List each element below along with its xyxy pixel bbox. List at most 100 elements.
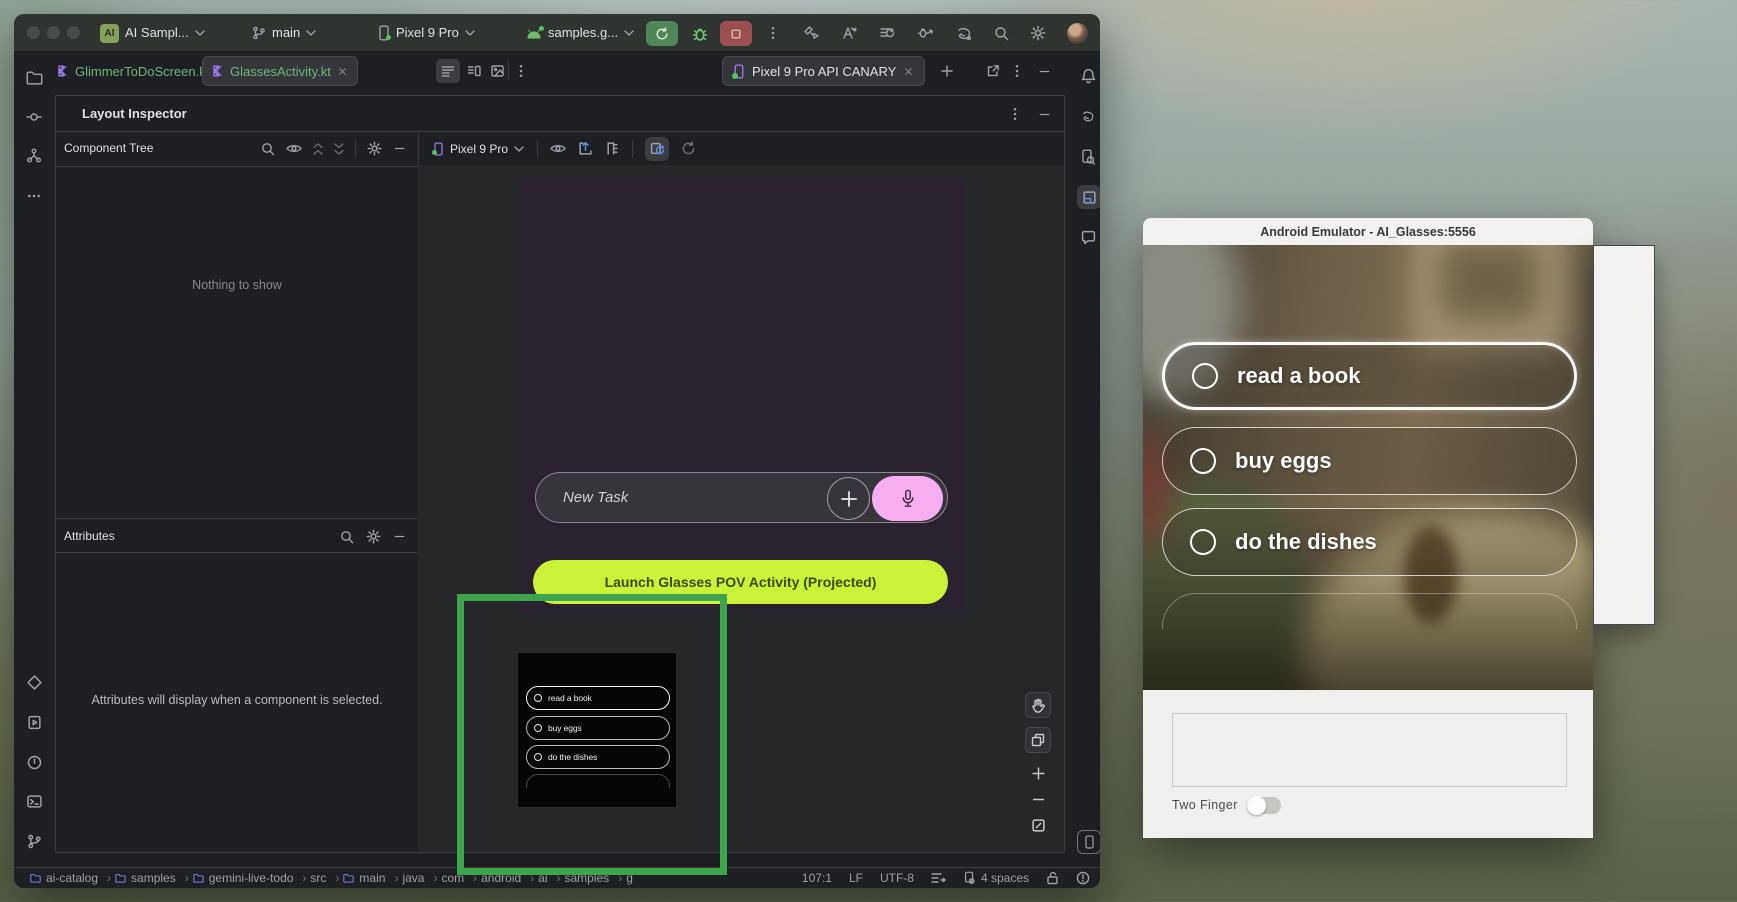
indent-options-button[interactable] — [931, 872, 946, 884]
layout-inspector-tool-button[interactable] — [1077, 185, 1100, 209]
live-updates-toggle-button[interactable] — [645, 137, 669, 161]
search-everywhere-button[interactable] — [994, 26, 1009, 41]
gradle-sync-button[interactable] — [955, 26, 973, 41]
editor-tab-glassesactivity[interactable]: GlassesActivity.kt — [202, 56, 358, 86]
device-explorer-button[interactable] — [1077, 146, 1099, 168]
zoom-to-fit-button[interactable] — [1025, 812, 1051, 838]
attributes-hide-button[interactable] — [393, 530, 406, 543]
radio-icon[interactable] — [1190, 448, 1216, 474]
gradle-tool-button[interactable] — [1077, 105, 1099, 127]
bell-icon — [1081, 68, 1096, 84]
collapse-all-button[interactable] — [334, 143, 344, 155]
todo-item-read-a-book[interactable]: read a book — [1162, 342, 1577, 410]
add-device-button[interactable] — [936, 60, 958, 82]
inspections-widget[interactable] — [1076, 871, 1090, 885]
voice-input-button[interactable] — [872, 476, 943, 521]
project-tool-button[interactable] — [23, 66, 45, 88]
radio-icon[interactable] — [1190, 529, 1216, 555]
editor-view-mode-code-button[interactable] — [436, 59, 460, 83]
refresh-button[interactable] — [681, 141, 696, 156]
commit-tool-button[interactable] — [23, 106, 45, 128]
editor-view-mode-design-button[interactable] — [485, 59, 509, 83]
layout-inspector-header: Layout Inspector — [56, 96, 1064, 131]
module-folder-icon — [30, 873, 41, 883]
zoom-out-button[interactable] — [1025, 786, 1051, 812]
running-devices-options-button[interactable] — [1010, 62, 1024, 80]
running-device-tab-pixel9pro[interactable]: Pixel 9 Pro API CANARY — [722, 56, 925, 86]
running-devices-mirror-button[interactable] — [1077, 830, 1100, 854]
tree-visibility-button[interactable] — [286, 143, 302, 154]
profiler-button[interactable] — [841, 25, 858, 41]
todo-item-buy-eggs[interactable]: buy eggs — [1162, 427, 1577, 495]
todo-item-do-the-dishes[interactable]: do the dishes — [1162, 508, 1577, 576]
running-device-icon — [733, 64, 745, 79]
eye-icon — [550, 143, 566, 154]
emulator-title-bar[interactable]: Android Emulator - AI_Glasses:5556 — [1143, 218, 1593, 245]
stop-button[interactable] — [720, 21, 752, 46]
rerun-button[interactable] — [646, 21, 678, 46]
terminal-tool-button[interactable] — [23, 790, 45, 812]
pan-mode-button[interactable] — [1025, 692, 1051, 718]
snapshot-export-button[interactable] — [578, 141, 593, 156]
user-avatar[interactable] — [1067, 23, 1088, 44]
tree-settings-button[interactable] — [367, 141, 382, 156]
macos-zoom-button[interactable] — [67, 26, 80, 39]
notifications-button[interactable] — [1077, 65, 1099, 87]
mirror-device-selector[interactable]: Pixel 9 Pro — [433, 131, 524, 166]
build-variants-tool-button[interactable] — [23, 671, 45, 693]
open-in-window-button[interactable] — [982, 60, 1004, 82]
apply-changes-button[interactable] — [879, 25, 896, 41]
version-control-tool-button[interactable] — [23, 830, 45, 852]
attributes-search-button[interactable] — [340, 530, 354, 544]
close-icon[interactable] — [903, 66, 914, 77]
feedback-tool-button[interactable] — [1077, 226, 1099, 248]
tree-hide-button[interactable] — [393, 142, 406, 155]
two-finger-toggle[interactable] — [1247, 797, 1281, 814]
build-button[interactable] — [803, 25, 820, 41]
radio-icon[interactable] — [1192, 363, 1218, 389]
mirrored-phone-screen[interactable]: New Task — [518, 177, 965, 613]
inspector-options-button[interactable] — [1008, 105, 1022, 123]
debug-button[interactable] — [688, 22, 712, 46]
settings-button[interactable] — [1030, 25, 1046, 41]
run-configuration-selector[interactable]: samples.g... — [526, 14, 634, 52]
device-selector[interactable]: Pixel 9 Pro — [378, 14, 475, 52]
hide-panel-button[interactable] — [1036, 62, 1052, 80]
run-more-options-button[interactable] — [766, 24, 780, 42]
emulator-screen[interactable]: read a book buy eggs do the dishes — [1143, 245, 1593, 690]
vcs-branch-selector[interactable]: main — [252, 14, 316, 52]
glasses-trackpad-area[interactable] — [1172, 713, 1567, 787]
problems-tool-button[interactable] — [23, 751, 45, 773]
attributes-toolbar: Attributes — [56, 518, 418, 553]
inspector-minimize-button[interactable] — [1036, 107, 1052, 121]
android-app-icon — [526, 28, 542, 39]
zoom-in-button[interactable] — [1025, 760, 1051, 786]
layer-spacing-button[interactable] — [605, 141, 620, 156]
device-manager-tool-button[interactable] — [23, 711, 45, 733]
tree-search-button[interactable] — [261, 142, 275, 156]
android-studio-window: AI AI Sampl... main Pixel 9 Pro — [14, 14, 1100, 888]
attributes-title: Attributes — [64, 529, 115, 543]
attributes-settings-button[interactable] — [366, 529, 381, 544]
macos-close-button[interactable] — [27, 26, 40, 39]
mirror-visibility-button[interactable] — [550, 143, 566, 154]
apply-code-changes-button[interactable] — [917, 25, 934, 41]
expand-all-button[interactable] — [313, 143, 323, 155]
new-task-input[interactable]: New Task — [535, 472, 948, 523]
indent-size[interactable]: 4 spaces — [963, 871, 1029, 885]
file-encoding[interactable]: UTF-8 — [880, 871, 914, 885]
line-separator[interactable]: LF — [849, 871, 863, 885]
close-icon[interactable] — [337, 66, 348, 77]
editor-tab-options-button[interactable] — [514, 63, 528, 79]
project-selector[interactable]: AI AI Sampl... — [100, 14, 205, 52]
gear-icon — [1030, 25, 1046, 41]
add-task-button[interactable] — [827, 477, 870, 520]
macos-minimize-button[interactable] — [47, 26, 60, 39]
file-lock-button[interactable] — [1046, 871, 1059, 885]
editor-view-mode-split-button[interactable] — [462, 59, 486, 83]
structure-tool-button[interactable] — [23, 145, 45, 167]
more-tools-button[interactable] — [23, 185, 45, 207]
layer-view-button[interactable] — [1025, 727, 1051, 753]
editor-tab-glimmertodoscreen[interactable]: GlimmerToDoScreen.kt — [48, 56, 218, 86]
cursor-position[interactable]: 107:1 — [802, 871, 832, 885]
